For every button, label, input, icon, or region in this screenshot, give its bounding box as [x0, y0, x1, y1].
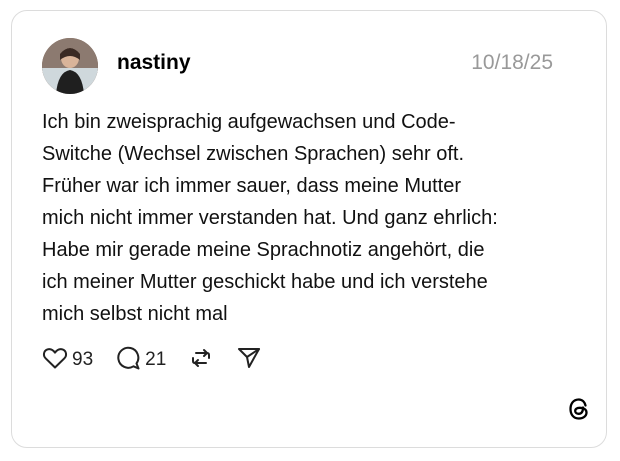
post-date: 10/18/25 [471, 51, 553, 74]
avatar[interactable] [42, 38, 98, 94]
repost-button[interactable] [188, 345, 214, 376]
share-icon [236, 345, 262, 376]
action-bar: 93 21 [42, 346, 284, 374]
post-card: nastiny 10/18/25 Ich bin zweisprachig au… [11, 10, 607, 448]
post-text: Ich bin zweisprachig aufgewachsen und Co… [42, 111, 498, 325]
like-count: 93 [72, 349, 94, 370]
like-button[interactable]: 93 [42, 346, 93, 375]
comment-icon [115, 345, 141, 376]
comment-count: 21 [145, 349, 167, 370]
repost-icon [188, 345, 214, 376]
heart-icon [42, 346, 68, 375]
share-button[interactable] [236, 345, 262, 376]
threads-logo-icon[interactable] [566, 396, 592, 422]
comment-button[interactable]: 21 [115, 345, 166, 376]
username[interactable]: nastiny [117, 51, 191, 75]
